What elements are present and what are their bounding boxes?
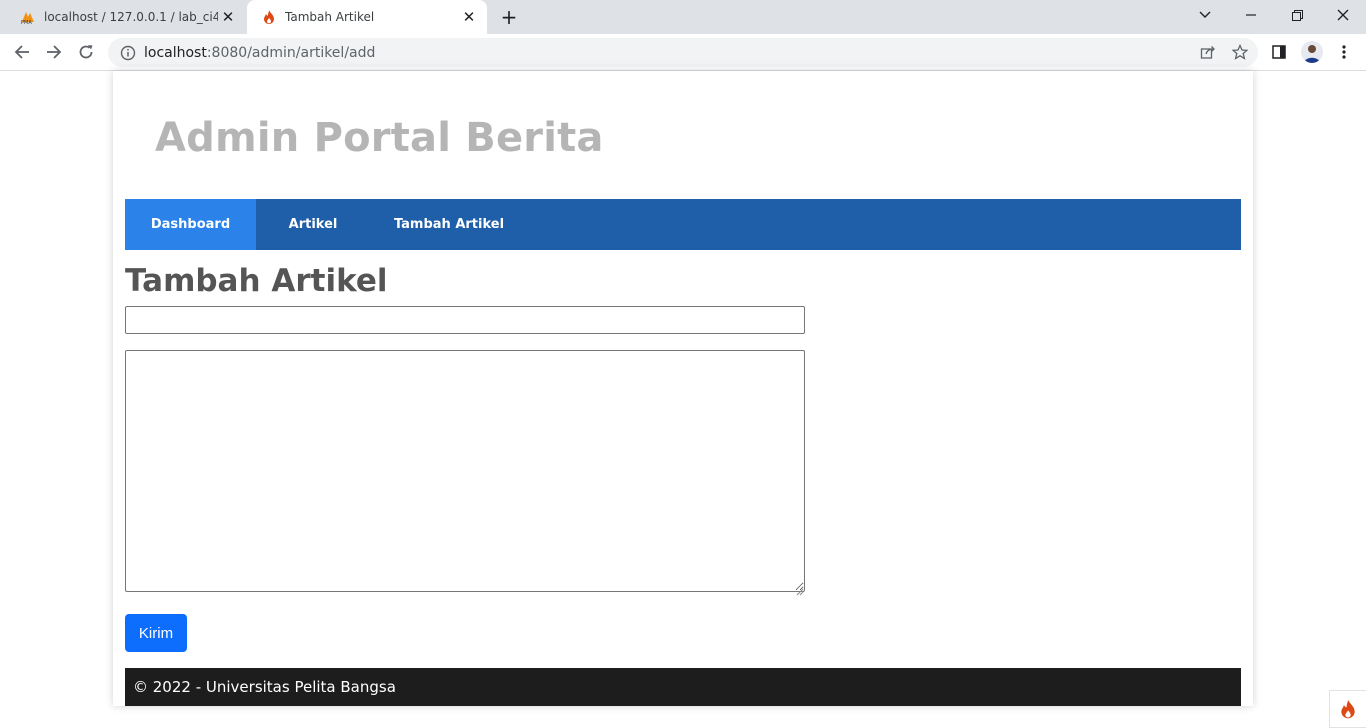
phpmyadmin-icon: PMA	[20, 9, 36, 25]
back-arrow-icon[interactable]	[9, 39, 35, 65]
judul-input[interactable]	[125, 306, 805, 334]
url-path: :8080/admin/artikel/add	[206, 44, 376, 61]
tab-title: localhost / 127.0.0.1 / lab_ci4 / ar	[44, 10, 218, 24]
minimize-icon[interactable]	[1228, 0, 1274, 30]
tab-search-icon[interactable]	[1182, 0, 1228, 30]
codeigniter-debug-toolbar-icon[interactable]	[1329, 690, 1366, 728]
svg-text:PMA: PMA	[21, 20, 32, 24]
browser-toolbar: localhost:8080/admin/artikel/add	[0, 34, 1366, 71]
address-bar[interactable]: localhost:8080/admin/artikel/add	[108, 38, 1258, 67]
forward-arrow-icon[interactable]	[41, 39, 67, 65]
kirim-button[interactable]: Kirim	[125, 614, 187, 652]
page-viewport: Admin Portal Berita Dashboard Artikel Ta…	[0, 71, 1366, 728]
close-icon[interactable]: ✕	[459, 7, 479, 27]
page-container: Admin Portal Berita Dashboard Artikel Ta…	[113, 71, 1253, 706]
side-panel-icon[interactable]	[1269, 42, 1289, 62]
reload-icon[interactable]	[73, 39, 99, 65]
tab-phpmyadmin[interactable]: PMA localhost / 127.0.0.1 / lab_ci4 / ar…	[8, 0, 246, 34]
tab-strip: PMA localhost / 127.0.0.1 / lab_ci4 / ar…	[0, 0, 1366, 34]
resize-handle-icon[interactable]	[796, 581, 804, 596]
page-footer: © 2022 - Universitas Pelita Bangsa	[125, 668, 1241, 706]
close-icon[interactable]: ✕	[218, 7, 238, 27]
url-host: localhost	[144, 44, 207, 61]
profile-avatar[interactable]	[1301, 41, 1323, 63]
main-nav: Dashboard Artikel Tambah Artikel	[125, 199, 1241, 250]
share-icon[interactable]	[1198, 42, 1218, 62]
restore-icon[interactable]	[1274, 0, 1320, 30]
nav-item-tambah-artikel[interactable]: Tambah Artikel	[370, 199, 528, 250]
page-heading: Tambah Artikel	[125, 263, 388, 299]
tab-title: Tambah Artikel	[285, 10, 375, 24]
codeigniter-flame-icon	[261, 9, 277, 25]
nav-item-artikel[interactable]: Artikel	[256, 199, 370, 250]
site-title: Admin Portal Berita	[155, 115, 604, 161]
close-window-icon[interactable]	[1320, 0, 1366, 30]
bookmark-star-icon[interactable]	[1230, 42, 1250, 62]
new-tab-button[interactable]: +	[497, 5, 521, 29]
info-icon[interactable]	[120, 45, 136, 61]
kebab-menu-icon[interactable]	[1334, 42, 1354, 62]
tab-tambah-artikel[interactable]: Tambah Artikel ✕	[247, 0, 487, 34]
isi-textarea[interactable]	[125, 350, 805, 592]
nav-item-dashboard[interactable]: Dashboard	[125, 199, 256, 250]
